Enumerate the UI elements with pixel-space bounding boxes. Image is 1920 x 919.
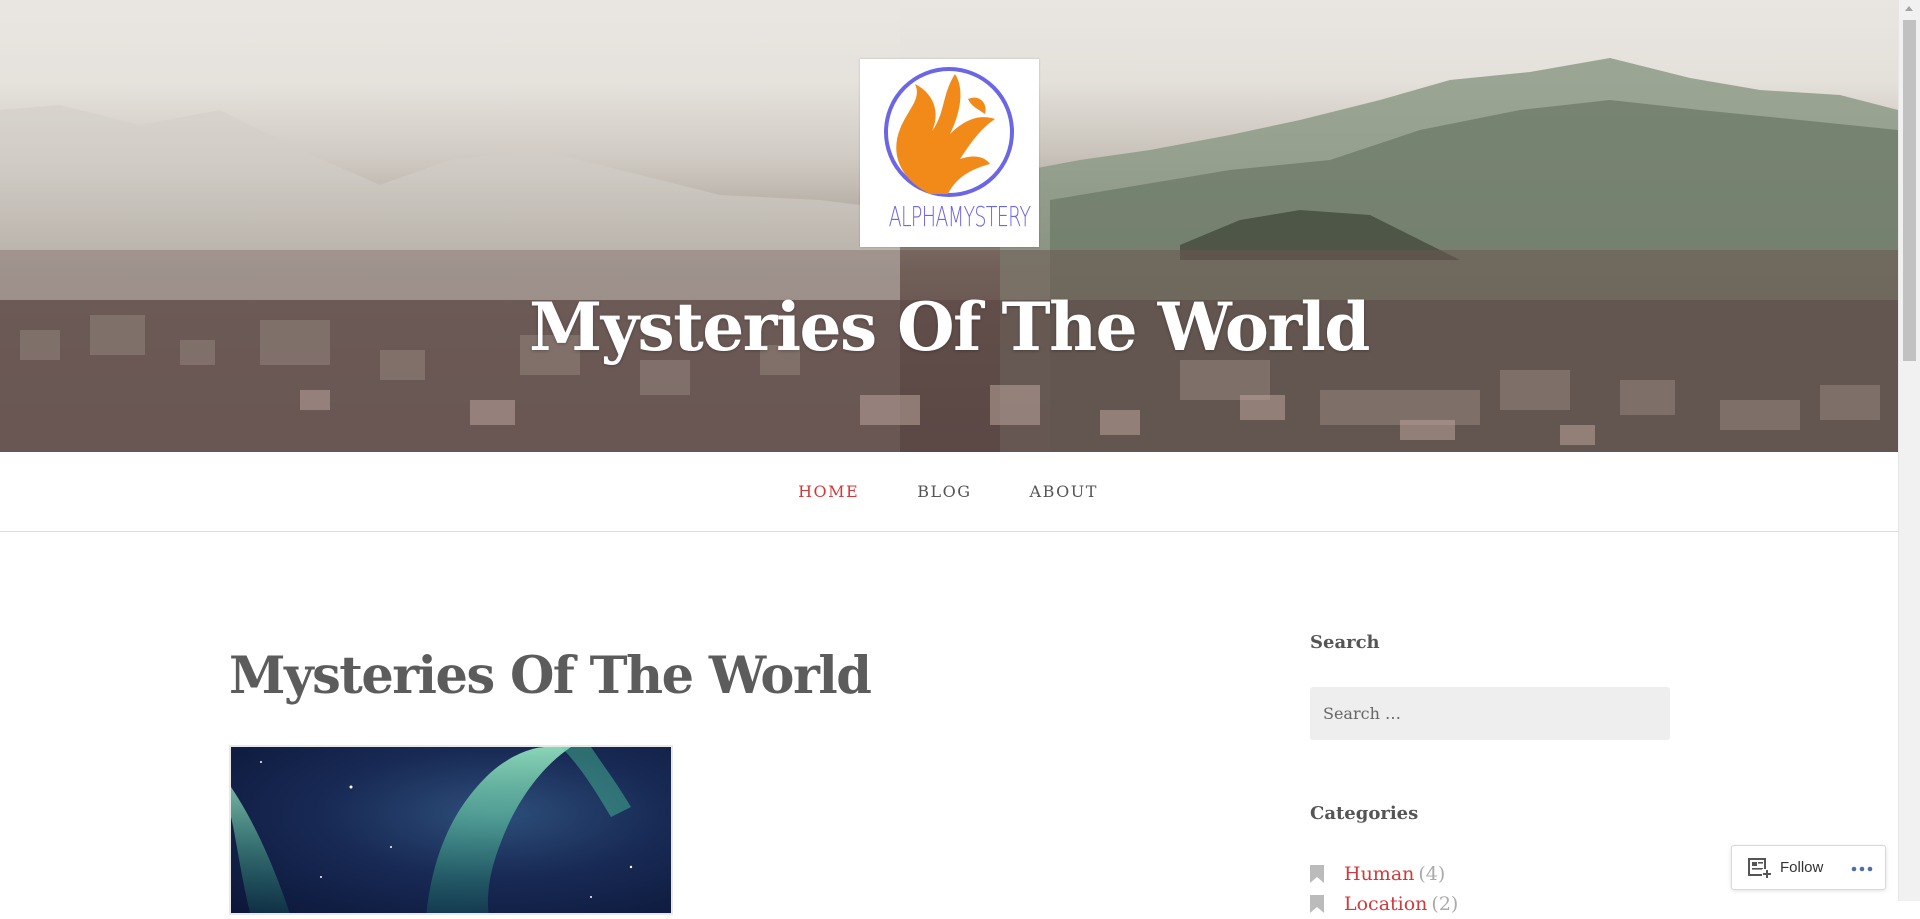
- scrollbar-thumb[interactable]: [1903, 20, 1916, 361]
- bookmark-icon: [1310, 865, 1324, 883]
- nav-item-about[interactable]: ABOUT: [1030, 482, 1100, 501]
- search-widget-title: Search: [1310, 632, 1380, 653]
- logo-text: ALPHAMYSTERY: [888, 200, 1031, 233]
- bookmark-icon: [1310, 895, 1324, 913]
- category-link-human[interactable]: Human: [1344, 863, 1414, 885]
- main-navigation: HOME BLOG ABOUT: [0, 452, 1898, 532]
- page-scrollbar[interactable]: [1898, 0, 1920, 901]
- header-hero: ALPHAMYSTERY Mysteries Of The World: [0, 0, 1898, 452]
- page-title: Mysteries Of The World: [229, 646, 872, 706]
- follow-button-label[interactable]: Follow: [1780, 859, 1823, 876]
- nav-item-blog[interactable]: BLOG: [917, 482, 973, 501]
- nav-item-home[interactable]: HOME: [798, 482, 861, 501]
- list-item: Human (4): [1310, 859, 1458, 889]
- aurora-image: [231, 747, 633, 913]
- categories-widget-title: Categories: [1310, 803, 1419, 824]
- more-dots-icon[interactable]: [1851, 866, 1873, 872]
- reader-follow-icon: [1748, 857, 1772, 879]
- list-item: Location (2): [1310, 889, 1458, 919]
- featured-image-aurora[interactable]: [229, 745, 673, 915]
- category-count: (4): [1418, 863, 1446, 885]
- site-title[interactable]: Mysteries Of The World: [0, 288, 1898, 366]
- follow-widget[interactable]: Follow: [1731, 845, 1886, 890]
- category-link-location[interactable]: Location: [1344, 893, 1427, 915]
- categories-list: Human (4) Location (2): [1310, 859, 1458, 919]
- scroll-up-arrow-icon[interactable]: [1905, 6, 1913, 11]
- category-count: (2): [1431, 893, 1459, 915]
- search-input[interactable]: [1310, 687, 1670, 740]
- site-logo[interactable]: ALPHAMYSTERY: [860, 59, 1039, 247]
